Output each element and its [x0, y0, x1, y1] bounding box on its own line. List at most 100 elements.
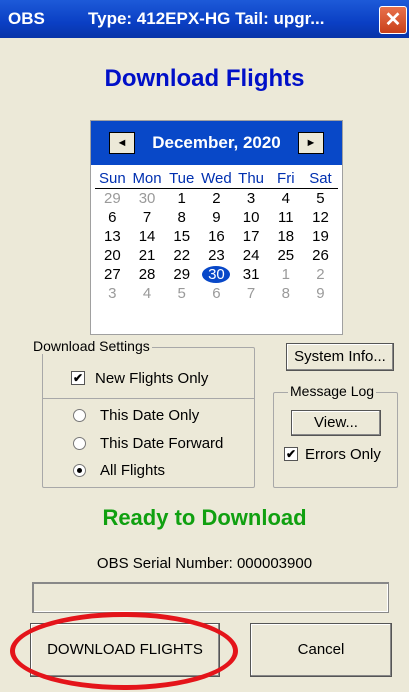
calendar-day[interactable]: 2	[199, 189, 234, 208]
next-month-button[interactable]: ►	[298, 132, 324, 154]
system-info-button[interactable]: System Info...	[286, 343, 394, 371]
calendar-day[interactable]: 11	[268, 208, 303, 227]
calendar-day[interactable]: 23	[199, 246, 234, 265]
calendar-day-label: 5	[316, 190, 325, 207]
this-date-only-radio[interactable]: This Date Only	[73, 407, 199, 424]
calendar-day-label: 16	[208, 228, 225, 245]
calendar-day-label: 10	[242, 209, 260, 226]
calendar-week-row: 6 7 8 9 10 11 12	[95, 208, 338, 227]
download-settings-group: Download Settings ✔ New Flights Only This…	[31, 338, 255, 488]
calendar-day[interactable]: 3	[234, 189, 269, 208]
download-flights-button[interactable]: DOWNLOAD FLIGHTS	[30, 623, 220, 677]
day-of-week: Sat	[309, 170, 332, 187]
calendar-day-label: 12	[312, 209, 329, 226]
calendar-day[interactable]: 26	[303, 246, 338, 265]
calendar-day-label: 14	[138, 228, 156, 245]
view-log-button[interactable]: View...	[291, 410, 381, 436]
calendar-day[interactable]: 19	[303, 227, 338, 246]
calendar-day[interactable]: 29	[164, 265, 199, 284]
this-date-only-label: This Date Only	[100, 407, 200, 424]
calendar-day-label: 4	[142, 285, 152, 302]
new-flights-only-label: New Flights Only	[95, 370, 209, 387]
calendar-day[interactable]: 12	[303, 208, 338, 227]
calendar-day[interactable]: 31	[234, 265, 269, 284]
calendar-day[interactable]: 3	[95, 284, 130, 303]
close-icon[interactable]: ✕	[379, 6, 407, 34]
calendar-day-label: 3	[108, 285, 117, 302]
errors-only-checkbox[interactable]: ✔ Errors Only	[284, 446, 381, 463]
calendar-day-label: 29	[104, 190, 121, 207]
checkbox-check-icon: ✔	[71, 371, 85, 386]
calendar-day[interactable]: 24	[234, 246, 269, 265]
all-flights-radio[interactable]: All Flights	[73, 462, 165, 479]
calendar-day[interactable]: 17	[234, 227, 269, 246]
calendar-day[interactable]: 27	[95, 265, 130, 284]
calendar-day-label: 25	[277, 247, 295, 264]
calendar-day-label: 29	[173, 266, 191, 283]
calendar-day[interactable]: 14	[130, 227, 165, 246]
calendar-day[interactable]: 6	[199, 284, 234, 303]
day-of-week: Tue	[169, 170, 195, 187]
calendar-day[interactable]: 18	[268, 227, 303, 246]
calendar-day-label: 5	[177, 285, 186, 302]
calendar-day[interactable]: 4	[268, 189, 303, 208]
calendar-day[interactable]: 4	[130, 284, 165, 303]
month-calendar[interactable]: ◄ December, 2020 ► Sun Mon Tue Wed Thu F…	[90, 120, 343, 335]
calendar-day[interactable]: 25	[268, 246, 303, 265]
calendar-day[interactable]: 28	[130, 265, 165, 284]
errors-only-label: Errors Only	[305, 446, 381, 463]
calendar-day[interactable]: 8	[268, 284, 303, 303]
page-title: Download Flights	[104, 65, 305, 92]
calendar-day-label: 3	[246, 190, 256, 207]
calendar-day-label: 11	[277, 209, 294, 226]
title-bar[interactable]: OBS Type: 412EPX-HG Tail: upgr... ✕	[0, 0, 409, 38]
calendar-week-row: 3 4 5 6 7 8 9	[95, 284, 338, 303]
new-flights-only-checkbox[interactable]: ✔ New Flights Only	[71, 370, 208, 387]
calendar-day[interactable]: 7	[234, 284, 269, 303]
calendar-day[interactable]: 2	[303, 265, 338, 284]
download-settings-label: Download Settings	[31, 338, 152, 354]
window-title: Type: 412EPX-HG Tail: upgr...	[88, 9, 325, 28]
radio-icon	[73, 408, 86, 422]
calendar-day[interactable]: 1	[268, 265, 303, 284]
radio-selected-icon	[73, 463, 86, 477]
calendar-day[interactable]: 22	[164, 246, 199, 265]
progress-bar	[32, 582, 389, 613]
days-of-week-row: Sun Mon Tue Wed Thu Fri Sat	[95, 169, 338, 189]
calendar-day[interactable]: 8	[164, 208, 199, 227]
calendar-day[interactable]: 16	[199, 227, 234, 246]
calendar-day-label: 22	[173, 247, 191, 264]
calendar-day-label: 2	[316, 266, 325, 283]
calendar-day[interactable]: 29	[95, 189, 130, 208]
calendar-day-label: 31	[242, 266, 260, 283]
calendar-day[interactable]: 9	[199, 208, 234, 227]
calendar-week-row: 20 21 22 23 24 25 26	[95, 246, 338, 265]
group-divider	[43, 398, 254, 399]
day-of-week: Sun	[98, 170, 126, 187]
day-of-week: Mon	[132, 170, 162, 187]
calendar-day[interactable]: 7	[130, 208, 165, 227]
radio-icon	[73, 436, 86, 450]
calendar-day[interactable]: 30	[199, 265, 234, 284]
calendar-day[interactable]: 30	[130, 189, 165, 208]
calendar-day[interactable]: 21	[130, 246, 165, 265]
cancel-button[interactable]: Cancel	[250, 623, 392, 677]
calendar-day[interactable]: 5	[164, 284, 199, 303]
calendar-day[interactable]: 10	[234, 208, 269, 227]
serial-number: OBS Serial Number: 000003900	[96, 555, 313, 572]
calendar-day[interactable]: 15	[164, 227, 199, 246]
this-date-forward-radio[interactable]: This Date Forward	[73, 435, 223, 452]
calendar-day[interactable]: 9	[303, 284, 338, 303]
calendar-day[interactable]: 5	[303, 189, 338, 208]
app-name: OBS	[8, 9, 45, 28]
calendar-day[interactable]: 1	[164, 189, 199, 208]
checkbox-check-icon: ✔	[284, 447, 298, 462]
calendar-day[interactable]: 6	[95, 208, 130, 227]
calendar-day[interactable]: 20	[95, 246, 130, 265]
calendar-day-label: 27	[104, 266, 121, 283]
calendar-day-label: 9	[316, 285, 325, 302]
calendar-day[interactable]: 13	[95, 227, 130, 246]
calendar-day-label: 19	[312, 228, 329, 245]
obs-download-window: OBS Type: 412EPX-HG Tail: upgr... ✕ Down…	[0, 0, 409, 692]
calendar-day-label: 4	[281, 190, 290, 207]
